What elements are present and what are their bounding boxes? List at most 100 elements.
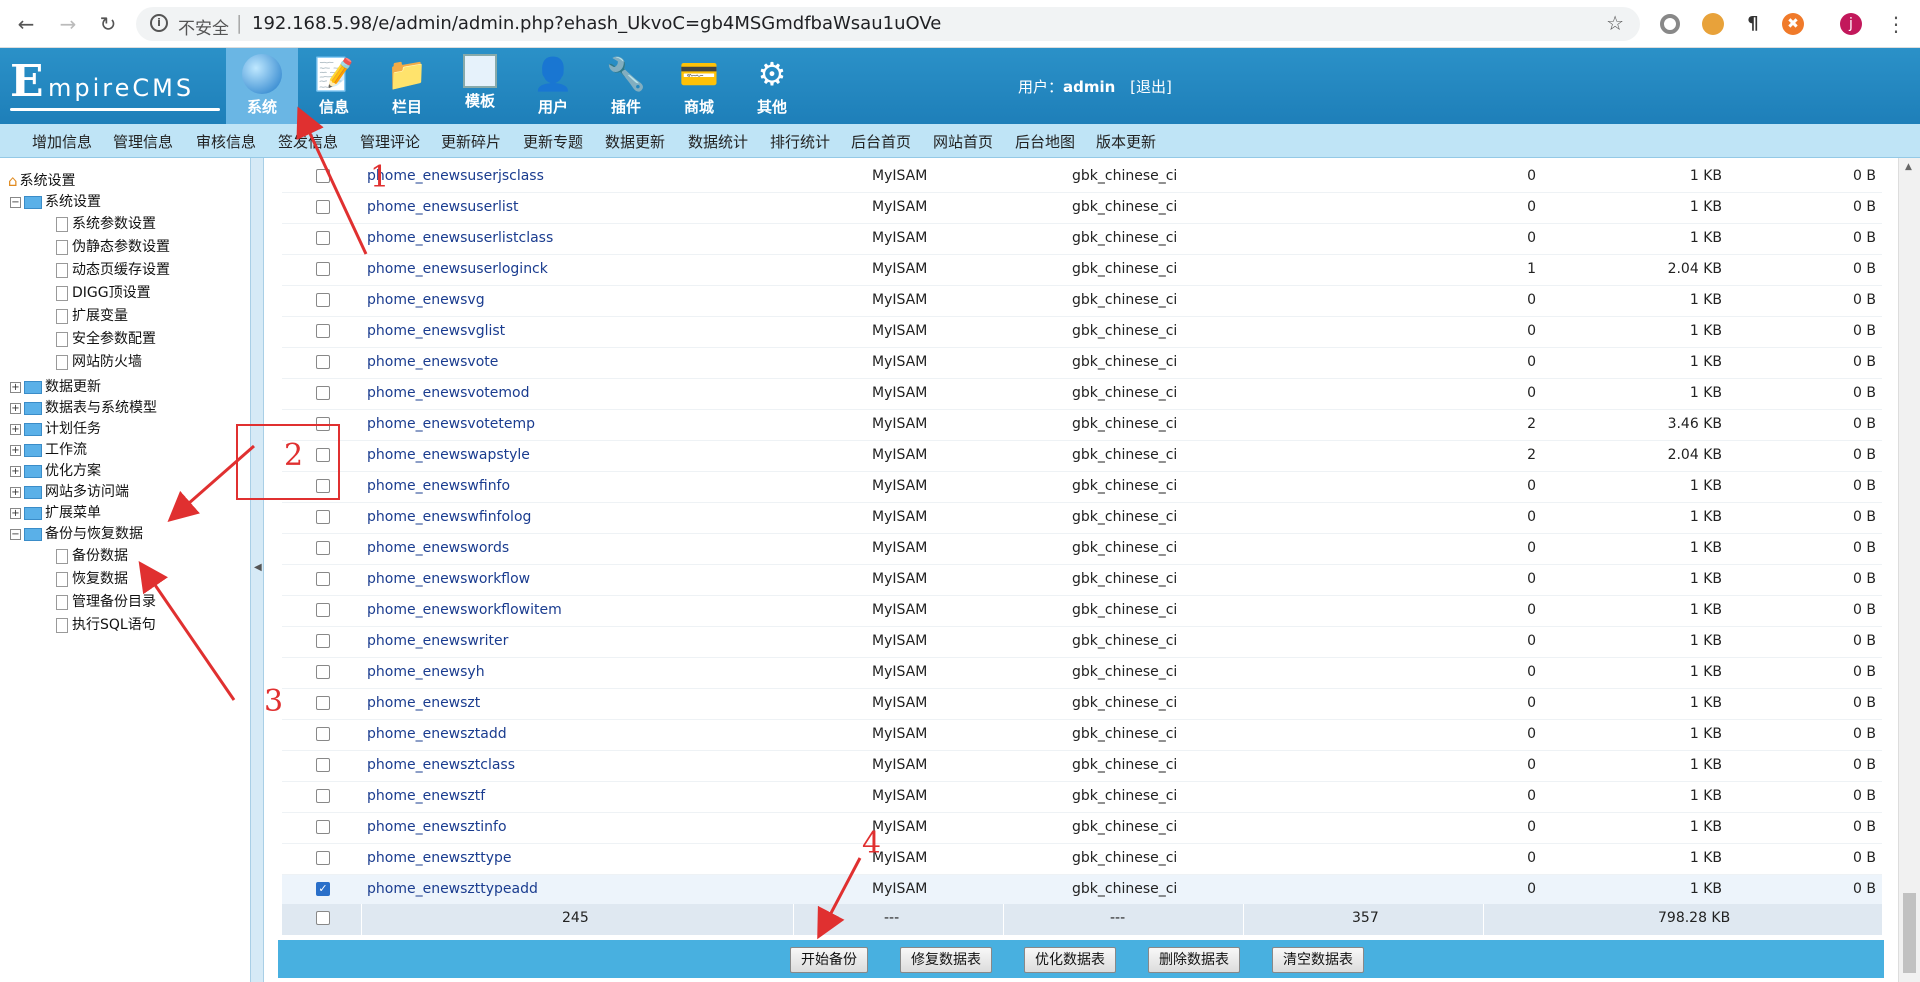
tree-leaf[interactable]: 安全参数配置 (56, 328, 156, 348)
optimize-tables-button[interactable]: 优化数据表 (1024, 947, 1116, 973)
tree-group[interactable]: + 优化方案 (10, 460, 101, 480)
tree-group[interactable]: + 工作流 (10, 439, 87, 459)
subnav-item[interactable]: 管理评论 (360, 131, 420, 152)
url-text[interactable]: 192.168.5.98/e/admin/admin.php?ehash_Ukv… (252, 13, 941, 34)
expand-icon[interactable]: + (10, 486, 21, 498)
row-checkbox[interactable] (316, 386, 330, 400)
table-name-link[interactable]: phome_enewsworkflow (367, 571, 530, 587)
logout-link[interactable]: [退出] (1130, 78, 1172, 96)
tree-group[interactable]: − 系统设置 (10, 191, 101, 211)
row-checkbox[interactable] (316, 820, 330, 834)
row-checkbox[interactable] (316, 200, 330, 214)
row-checkbox[interactable] (316, 355, 330, 369)
tree-leaf[interactable]: 伪静态参数设置 (56, 236, 170, 256)
row-checkbox[interactable] (316, 293, 330, 307)
row-checkbox[interactable] (316, 603, 330, 617)
repair-tables-button[interactable]: 修复数据表 (900, 947, 992, 973)
row-checkbox[interactable] (316, 324, 330, 338)
tree-group[interactable]: + 数据表与系统模型 (10, 397, 157, 417)
table-name-link[interactable]: phome_enewsvotetemp (367, 416, 535, 432)
row-checkbox[interactable] (316, 262, 330, 276)
table-name-link[interactable]: phome_enewsztadd (367, 726, 507, 742)
tree-leaf[interactable]: 执行SQL语句 (56, 614, 156, 634)
expand-icon[interactable]: + (10, 465, 21, 477)
address-bar[interactable]: i 不安全 | 192.168.5.98/e/admin/admin.php?e… (136, 7, 1640, 41)
row-checkbox[interactable] (316, 510, 330, 524)
row-checkbox[interactable] (316, 696, 330, 710)
subnav-item[interactable]: 数据更新 (605, 131, 665, 152)
drop-tables-button[interactable]: 删除数据表 (1148, 947, 1240, 973)
topnav-other[interactable]: ⚙ 其他 (736, 48, 808, 124)
sidebar-collapse-bar[interactable]: ◀ (250, 158, 264, 982)
expand-icon[interactable]: + (10, 444, 21, 456)
table-name-link[interactable]: phome_enewsztinfo (367, 819, 507, 835)
tree-leaf[interactable]: 恢复数据 (56, 568, 128, 588)
table-name-link[interactable]: phome_enewsuserlistclass (367, 230, 553, 246)
tree-group[interactable]: + 扩展菜单 (10, 502, 101, 522)
table-name-link[interactable]: phome_enewswriter (367, 633, 508, 649)
extension-circle-icon[interactable] (1660, 14, 1680, 34)
subnav-item[interactable]: 数据统计 (688, 131, 748, 152)
menu-icon[interactable]: ⋮ (1884, 12, 1908, 36)
extension-pilcrow-icon[interactable]: ¶ (1742, 13, 1764, 35)
tree-group[interactable]: − 备份与恢复数据 (10, 523, 143, 543)
row-checkbox[interactable] (316, 727, 330, 741)
subnav-item[interactable]: 后台首页 (851, 131, 911, 152)
expand-icon[interactable]: + (10, 507, 21, 519)
topnav-template[interactable]: 模板 (444, 48, 516, 124)
subnav-item[interactable]: 增加信息 (32, 131, 92, 152)
topnav-user[interactable]: 👤 用户 (517, 48, 589, 124)
collapse-icon[interactable]: − (10, 528, 21, 540)
select-all-checkbox[interactable] (316, 911, 330, 925)
scroll-up-icon[interactable]: ▲ (1905, 162, 1912, 172)
tree-leaf[interactable]: 备份数据 (56, 545, 128, 565)
subnav-item[interactable]: 更新专题 (523, 131, 583, 152)
reload-icon[interactable]: ↻ (96, 12, 120, 36)
tree-leaf[interactable]: 系统参数设置 (56, 213, 156, 233)
row-checkbox[interactable] (316, 665, 330, 679)
collapse-icon[interactable]: − (10, 196, 21, 208)
forward-icon[interactable]: → (56, 12, 80, 36)
topnav-column[interactable]: 📁 栏目 (371, 48, 443, 124)
subnav-item[interactable]: 网站首页 (933, 131, 993, 152)
subnav-item[interactable]: 签发信息 (278, 131, 338, 152)
tree-leaf[interactable]: 扩展变量 (56, 305, 128, 325)
table-name-link[interactable]: phome_enewsvote (367, 354, 498, 370)
expand-icon[interactable]: + (10, 423, 21, 435)
tree-leaf[interactable]: DIGG顶设置 (56, 282, 151, 302)
expand-icon[interactable]: + (10, 381, 21, 393)
tree-leaf[interactable]: 动态页缓存设置 (56, 259, 170, 279)
profile-avatar[interactable]: j (1840, 13, 1862, 35)
subnav-item[interactable]: 更新碎片 (441, 131, 501, 152)
tree-group[interactable]: + 网站多访问端 (10, 481, 129, 501)
table-name-link[interactable]: phome_enewswfinfolog (367, 509, 531, 525)
table-name-link[interactable]: phome_enewszttype (367, 850, 512, 866)
subnav-item[interactable]: 审核信息 (196, 131, 256, 152)
info-icon[interactable]: i (150, 14, 168, 32)
collapse-arrow-icon[interactable]: ◀ (254, 562, 262, 573)
extension-cookie-icon[interactable] (1702, 13, 1724, 35)
expand-icon[interactable]: + (10, 402, 21, 414)
back-icon[interactable]: ← (14, 12, 38, 36)
topnav-system[interactable]: 系统 (226, 48, 298, 124)
topnav-shop[interactable]: 💳 商城 (663, 48, 735, 124)
tree-leaf[interactable]: 管理备份目录 (56, 591, 156, 611)
row-checkbox[interactable] (316, 851, 330, 865)
row-checkbox[interactable] (316, 169, 330, 183)
table-name-link[interactable]: phome_enewsworkflowitem (367, 602, 562, 618)
row-checkbox[interactable] (316, 572, 330, 586)
table-name-link[interactable]: phome_enewsztf (367, 788, 485, 804)
row-checkbox[interactable] (316, 231, 330, 245)
row-checkbox[interactable] (316, 758, 330, 772)
table-name-link[interactable]: phome_enewsuserloginck (367, 261, 548, 277)
row-checkbox[interactable] (316, 634, 330, 648)
scrollbar-thumb[interactable] (1903, 893, 1916, 973)
tree-leaf[interactable]: 网站防火墙 (56, 351, 142, 371)
table-name-link[interactable]: phome_enewsvg (367, 292, 485, 308)
table-name-link[interactable]: phome_enewsuserlist (367, 199, 519, 215)
table-name-link[interactable]: phome_enewswfinfo (367, 478, 510, 494)
row-checkbox[interactable] (316, 789, 330, 803)
row-checkbox[interactable]: ✓ (316, 882, 330, 896)
extension-orange-icon[interactable]: ✖ (1782, 13, 1804, 35)
table-name-link[interactable]: phome_enewsuserjsclass (367, 168, 544, 184)
